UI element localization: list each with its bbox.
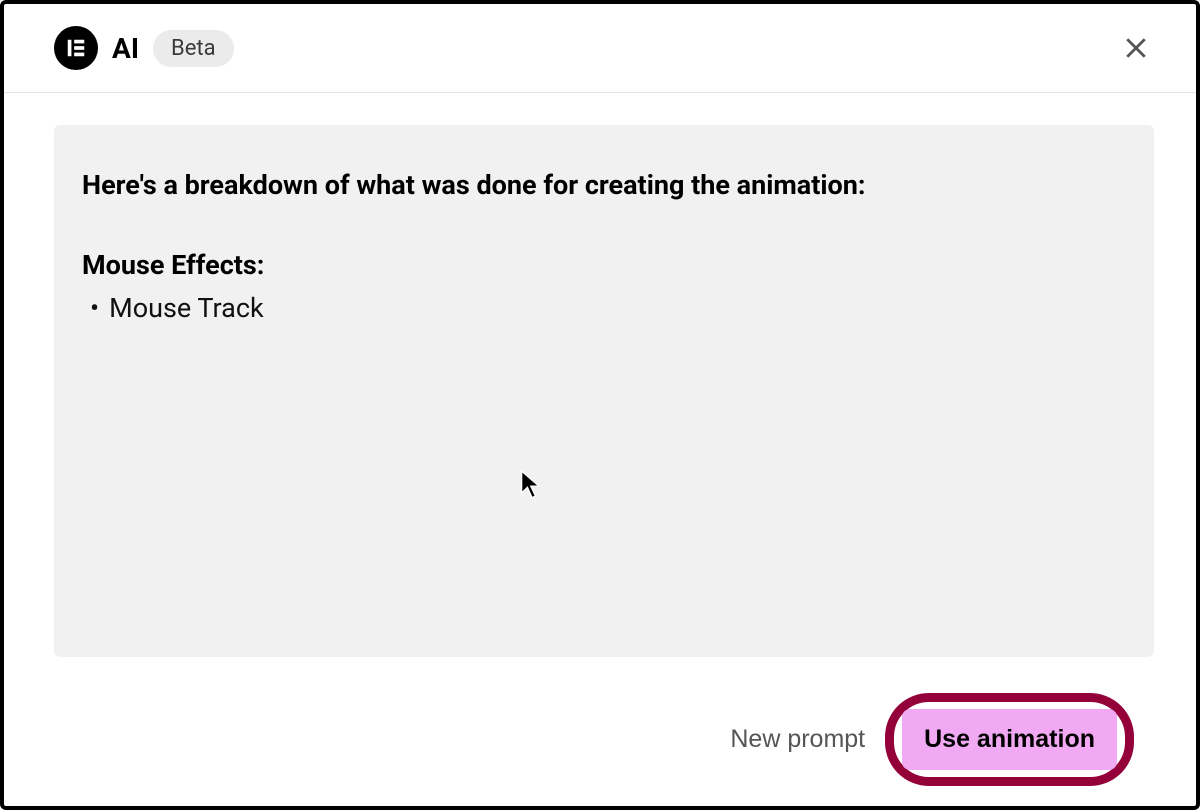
- section-heading: Mouse Effects:: [82, 249, 1126, 281]
- list-item: • Mouse Track: [82, 289, 1126, 328]
- elementor-logo-icon: [54, 26, 98, 70]
- bullet-icon: •: [90, 289, 99, 328]
- dialog-header: AI Beta: [4, 4, 1196, 93]
- dialog-footer: New prompt Use animation: [54, 657, 1154, 806]
- new-prompt-button[interactable]: New prompt: [720, 711, 875, 768]
- cursor-icon: [519, 470, 545, 500]
- beta-badge: Beta: [153, 30, 234, 67]
- close-button[interactable]: [1114, 26, 1158, 70]
- close-icon: [1121, 33, 1151, 63]
- highlight-ring: Use animation: [885, 693, 1134, 786]
- ai-dialog: AI Beta Here's a breakdown of what was d…: [0, 0, 1200, 810]
- list-item-label: Mouse Track: [109, 289, 264, 328]
- dialog-body: Here's a breakdown of what was done for …: [4, 93, 1196, 806]
- use-animation-button[interactable]: Use animation: [902, 709, 1117, 770]
- breakdown-card: Here's a breakdown of what was done for …: [54, 125, 1154, 657]
- app-title: AI: [112, 32, 139, 65]
- breakdown-heading: Here's a breakdown of what was done for …: [82, 169, 1126, 201]
